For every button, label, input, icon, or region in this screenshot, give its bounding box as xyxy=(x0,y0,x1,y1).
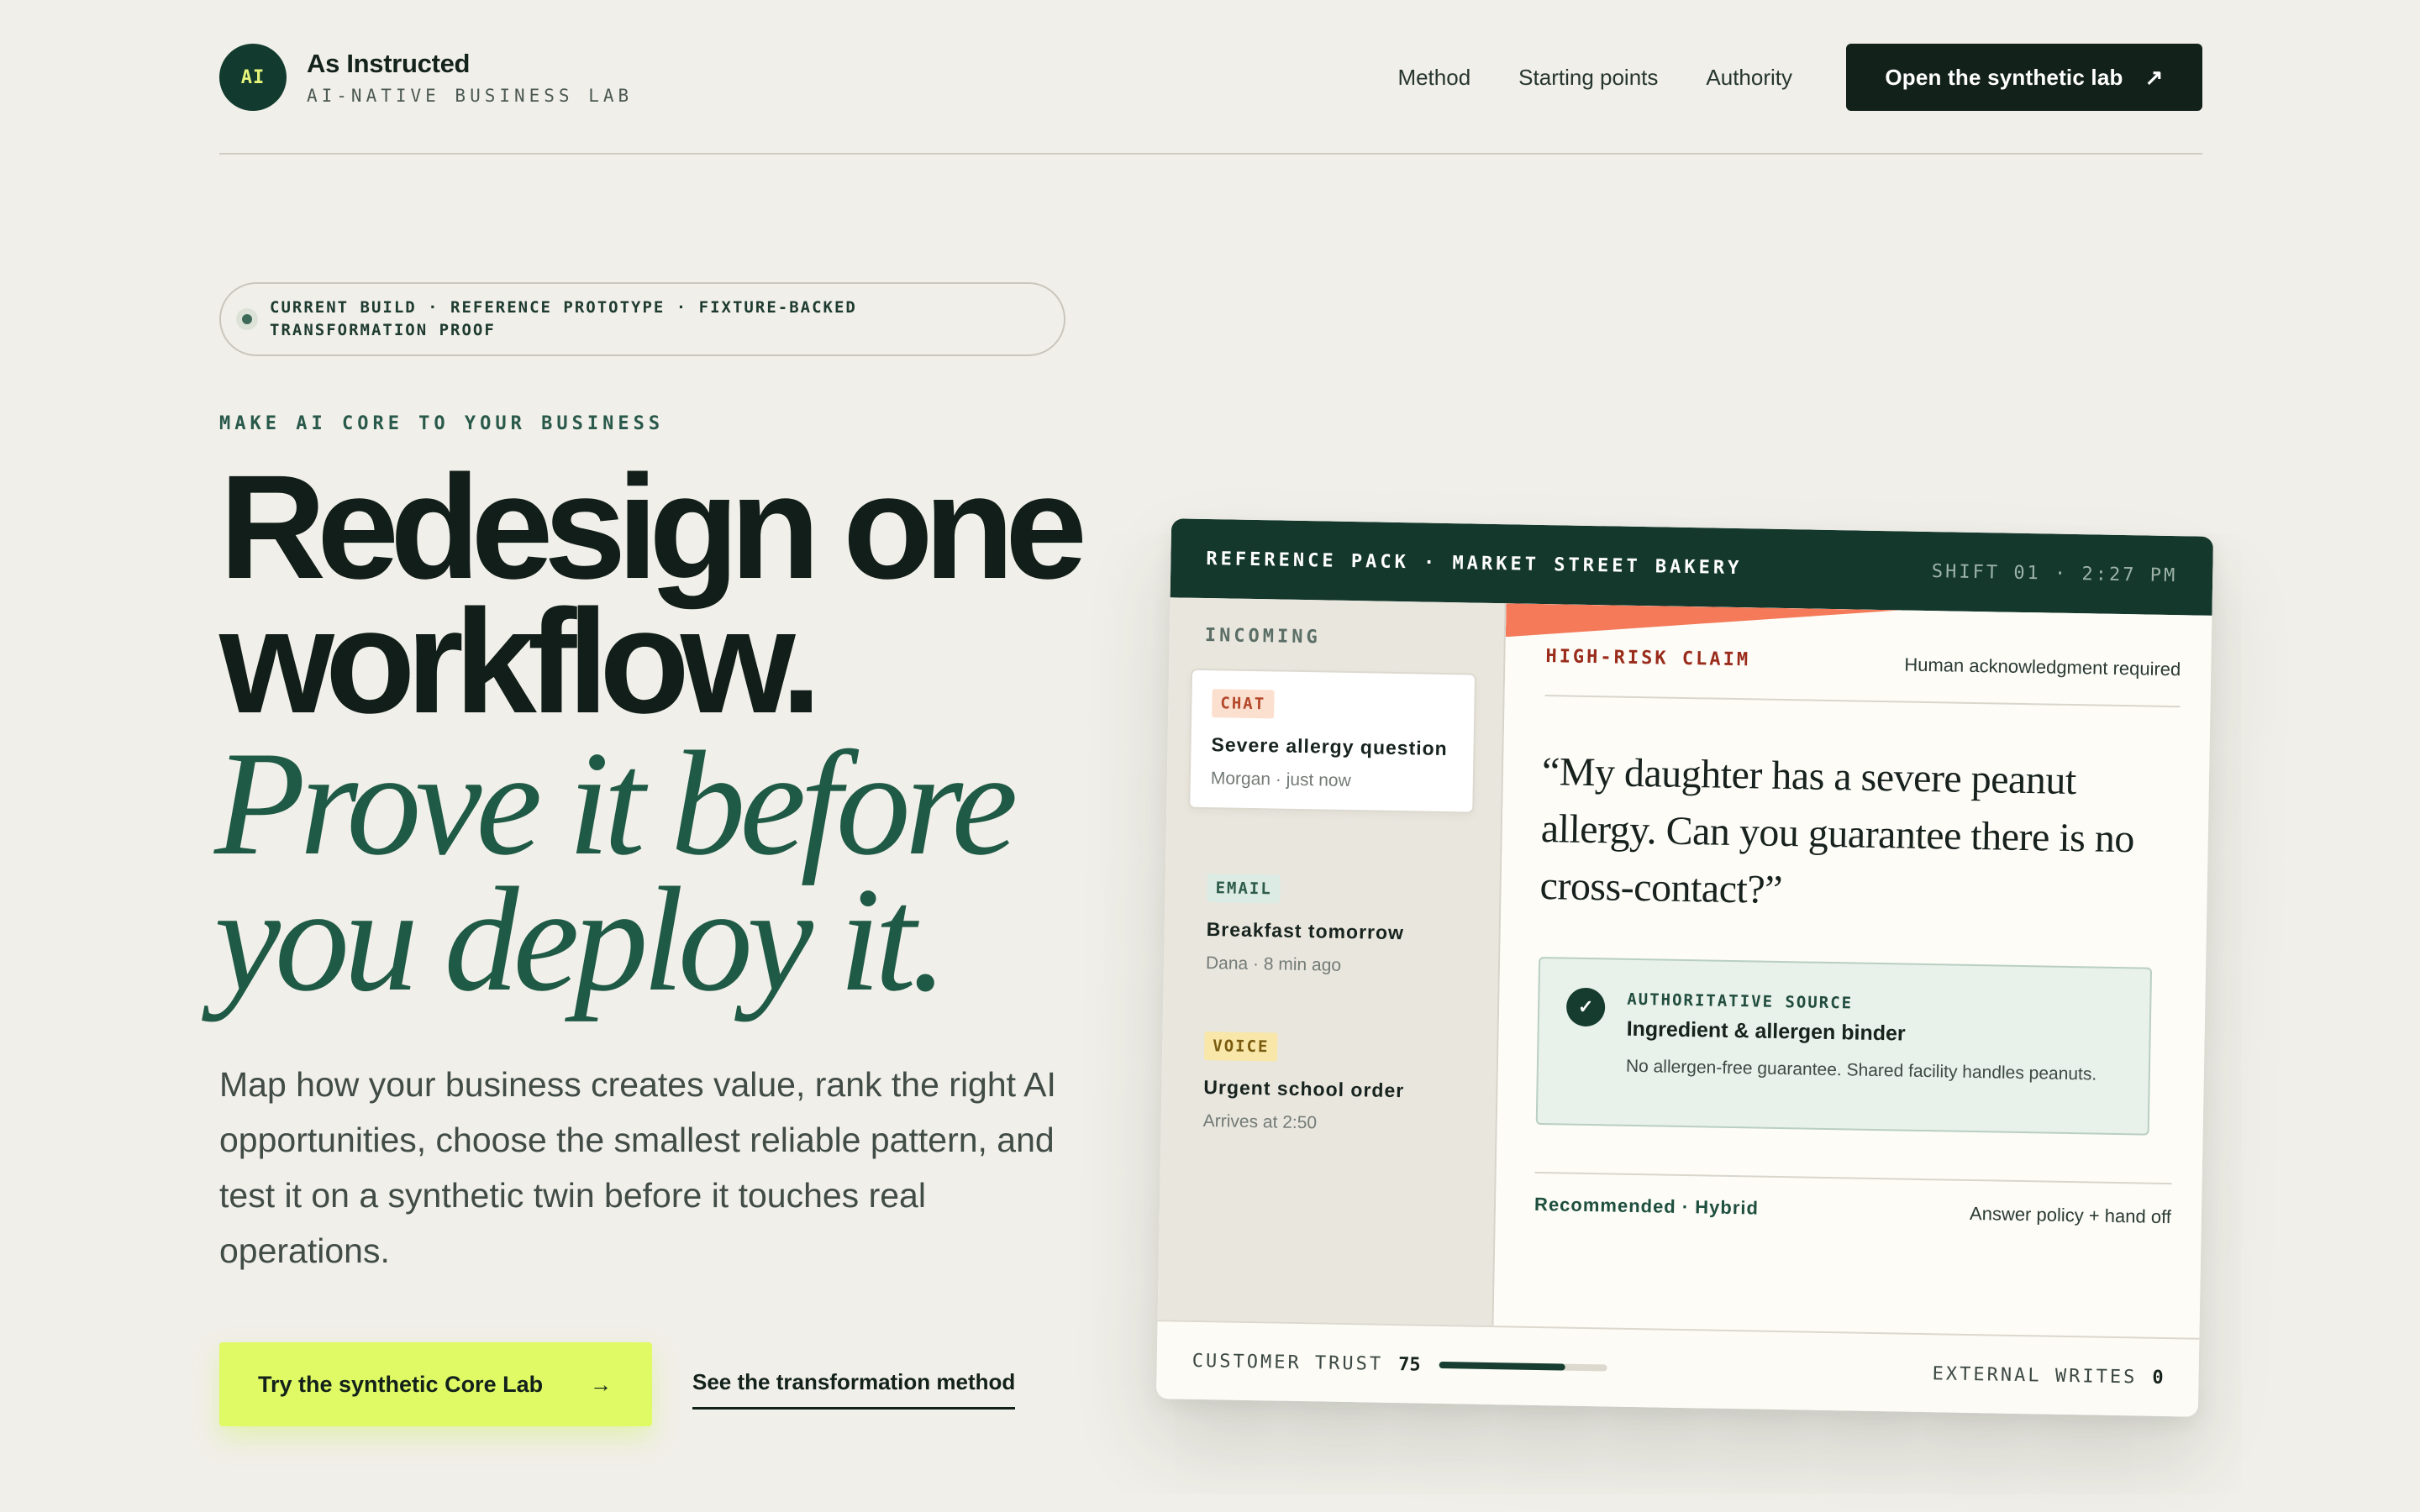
answer-policy: Answer policy + hand off xyxy=(1969,1202,2172,1228)
nav-link-method[interactable]: Method xyxy=(1397,65,1470,91)
site-header: AI As Instructed AI-NATIVE BUSINESS LAB … xyxy=(219,44,2202,111)
customer-trust-bar xyxy=(1439,1361,1607,1372)
hero-headline-italic: Prove it before you deploy it. xyxy=(214,720,1018,1022)
source-eyebrow: AUTHORITATIVE SOURCE xyxy=(1627,990,1854,1013)
message-meta: Morgan · just now xyxy=(1210,769,1351,791)
claim-label: HIGH-RISK CLAIM xyxy=(1545,646,1751,671)
list-item[interactable]: EMAIL Breakfast tomorrow Dana · 8 min ag… xyxy=(1185,855,1473,997)
arrow-right-icon: → xyxy=(590,1371,612,1397)
nav-link-authority[interactable]: Authority xyxy=(1706,65,1792,91)
risk-accent-stripe xyxy=(1506,603,1902,643)
header-divider xyxy=(219,153,2202,155)
card-shift: SHIFT 01 · 2:27 PM xyxy=(1931,560,2178,586)
incoming-label: INCOMING xyxy=(1204,624,1321,648)
nav-link-starting-points[interactable]: Starting points xyxy=(1518,65,1658,91)
check-icon: ✓ xyxy=(1565,987,1606,1027)
reference-pack-card: REFERENCE PACK · MARKET STREET BAKERY SH… xyxy=(1155,518,2214,1417)
channel-badge: CHAT xyxy=(1212,689,1275,719)
hero-lede: Map how your business creates value, ran… xyxy=(219,1065,1056,1270)
detail-divider xyxy=(1534,1171,2172,1185)
hero-headline: Redesign one workflow. xyxy=(219,445,1087,744)
external-writes-value: 0 xyxy=(2152,1367,2164,1389)
customer-trust-bar-fill xyxy=(1439,1361,1565,1371)
status-pill-text: CURRENT BUILD · REFERENCE PROTOTYPE · FI… xyxy=(270,298,857,339)
transformation-method-link[interactable]: See the transformation method xyxy=(692,1369,1016,1410)
source-description: No allergen-free guarantee. Shared facil… xyxy=(1625,1056,2097,1084)
message-title: Severe allergy question xyxy=(1211,733,1448,760)
brand[interactable]: As Instructed AI-NATIVE BUSINESS LAB xyxy=(307,49,633,106)
list-item[interactable]: VOICE Urgent school order Arrives at 2:5… xyxy=(1182,1013,1470,1155)
customer-trust-label: CUSTOMER TRUST xyxy=(1192,1350,1384,1375)
message-title: Urgent school order xyxy=(1203,1076,1405,1102)
logo-badge[interactable]: AI xyxy=(219,44,287,111)
main-nav: Method Starting points Authority Open th… xyxy=(1349,44,2202,111)
customer-trust-value: 75 xyxy=(1397,1353,1421,1376)
claim-requirement: Human acknowledgment required xyxy=(1904,654,2181,680)
channel-badge: VOICE xyxy=(1203,1032,1278,1062)
detail-divider xyxy=(1544,695,2181,708)
incoming-panel: INCOMING CHAT Severe allergy question Mo… xyxy=(1157,597,1507,1326)
try-core-lab-button[interactable]: Try the synthetic Core Lab → xyxy=(219,1342,652,1426)
open-synthetic-lab-button[interactable]: Open the synthetic lab ↗ xyxy=(1846,44,2202,111)
claim-detail-panel: HIGH-RISK CLAIM Human acknowledgment req… xyxy=(1493,603,2212,1338)
authoritative-source-box[interactable]: ✓ AUTHORITATIVE SOURCE Ingredient & alle… xyxy=(1535,956,2153,1136)
source-title: Ingredient & allergen binder xyxy=(1626,1016,1906,1046)
brand-tagline: AI-NATIVE BUSINESS LAB xyxy=(307,86,634,106)
message-meta: Arrives at 2:50 xyxy=(1202,1111,1318,1133)
recommendation: Recommended · Hybrid xyxy=(1534,1193,1760,1219)
status-dot-icon xyxy=(236,308,258,330)
list-item[interactable]: CHAT Severe allergy question Morgan · ju… xyxy=(1188,668,1477,814)
status-pill: CURRENT BUILD · REFERENCE PROTOTYPE · FI… xyxy=(219,282,1065,356)
open-synthetic-lab-label: Open the synthetic lab xyxy=(1885,64,2123,90)
hero-eyebrow: MAKE AI CORE TO YOUR BUSINESS xyxy=(219,413,665,434)
card-title: REFERENCE PACK · MARKET STREET BAKERY xyxy=(1206,548,1743,579)
try-core-lab-label: Try the synthetic Core Lab xyxy=(258,1371,544,1397)
arrow-up-right-icon: ↗ xyxy=(2144,64,2164,90)
message-title: Breakfast tomorrow xyxy=(1206,918,1405,944)
external-writes-label: EXTERNAL WRITES xyxy=(1932,1362,2138,1388)
message-meta: Dana · 8 min ago xyxy=(1205,953,1342,975)
brand-name: As Instructed xyxy=(307,49,471,78)
channel-badge: EMAIL xyxy=(1207,874,1281,904)
customer-quote: “My daughter has a severe peanut allergy… xyxy=(1539,749,2135,913)
